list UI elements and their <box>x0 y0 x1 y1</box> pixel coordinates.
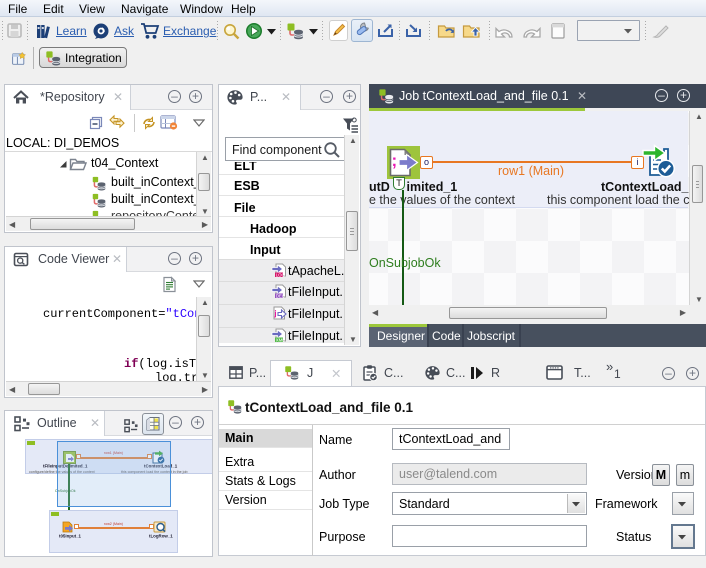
svg-text:LOG: LOG <box>276 273 286 278</box>
svg-text:XML: XML <box>276 338 286 343</box>
svg-text:j: j <box>273 309 276 318</box>
svg-text:DEL: DEL <box>276 294 285 299</box>
svg-text:;: ; <box>392 151 398 170</box>
